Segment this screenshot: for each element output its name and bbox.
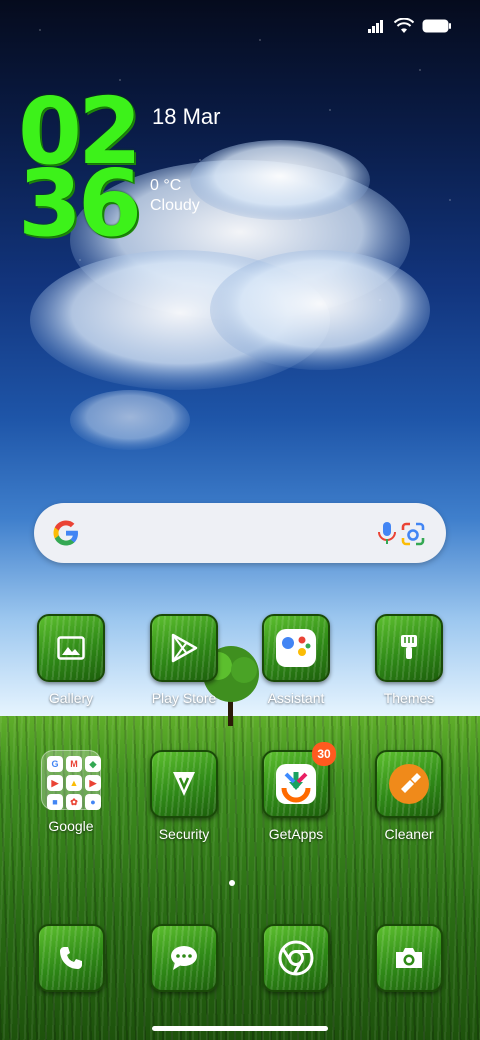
app-label: Play Store [151, 690, 217, 706]
app-getapps[interactable]: 30 GetApps [240, 742, 352, 842]
weather-condition: Cloudy [150, 197, 200, 214]
app-label: Themes [383, 690, 435, 706]
google-folder-icon: G M ◆ ▶ ▲ ▶ ■ ✿ ● [41, 750, 101, 810]
clock-widget[interactable]: 02 36 [18, 86, 142, 257]
date-text: 18 Mar [152, 104, 221, 129]
phone-icon [37, 924, 105, 992]
app-label: Assistant [267, 690, 325, 706]
battery-icon [422, 19, 451, 33]
home-gesture-bar[interactable] [152, 1026, 328, 1031]
dock-phone[interactable] [15, 924, 127, 992]
chrome-icon [262, 924, 330, 992]
getapps-icon: 30 [262, 742, 336, 818]
app-label: GetApps [268, 826, 324, 842]
assistant-icon [262, 614, 330, 682]
notification-badge: 30 [312, 742, 336, 766]
messages-icon [150, 924, 218, 992]
weather-temperature: 0 °C [150, 177, 182, 194]
clock-minute: 36 [18, 150, 142, 257]
page-indicator [229, 880, 235, 886]
signal-icon [368, 20, 383, 33]
google-search-bar[interactable] [34, 503, 446, 563]
status-bar [368, 14, 452, 38]
camera-icon [375, 924, 443, 992]
google-lens-icon[interactable] [399, 520, 427, 548]
gallery-icon [37, 614, 105, 682]
app-label: Gallery [48, 690, 94, 706]
weather-widget[interactable]: 0 °C Cloudy [150, 176, 200, 216]
app-label: Security [158, 826, 210, 842]
app-play-store[interactable]: Play Store [128, 614, 240, 706]
mic-icon[interactable] [374, 520, 400, 546]
app-assistant[interactable]: Assistant [240, 614, 352, 706]
dock-chrome[interactable] [240, 924, 352, 992]
dock-messages[interactable] [128, 924, 240, 992]
play-store-icon [150, 614, 218, 682]
cleaner-brush-icon [375, 750, 443, 818]
app-gallery[interactable]: Gallery [15, 614, 127, 706]
app-cleaner[interactable]: Cleaner [353, 750, 465, 842]
dock-camera[interactable] [353, 924, 465, 992]
app-themes[interactable]: Themes [353, 614, 465, 706]
themes-brush-icon [375, 614, 443, 682]
app-security[interactable]: Security [128, 750, 240, 842]
wifi-icon [394, 18, 414, 33]
date-widget[interactable]: 18 Mar [152, 104, 220, 130]
app-label: Google [48, 818, 94, 834]
app-label: Cleaner [384, 826, 434, 842]
security-icon [150, 750, 218, 818]
app-google-folder[interactable]: G M ◆ ▶ ▲ ▶ ■ ✿ ● Google [15, 750, 127, 834]
google-logo-icon [53, 520, 78, 546]
